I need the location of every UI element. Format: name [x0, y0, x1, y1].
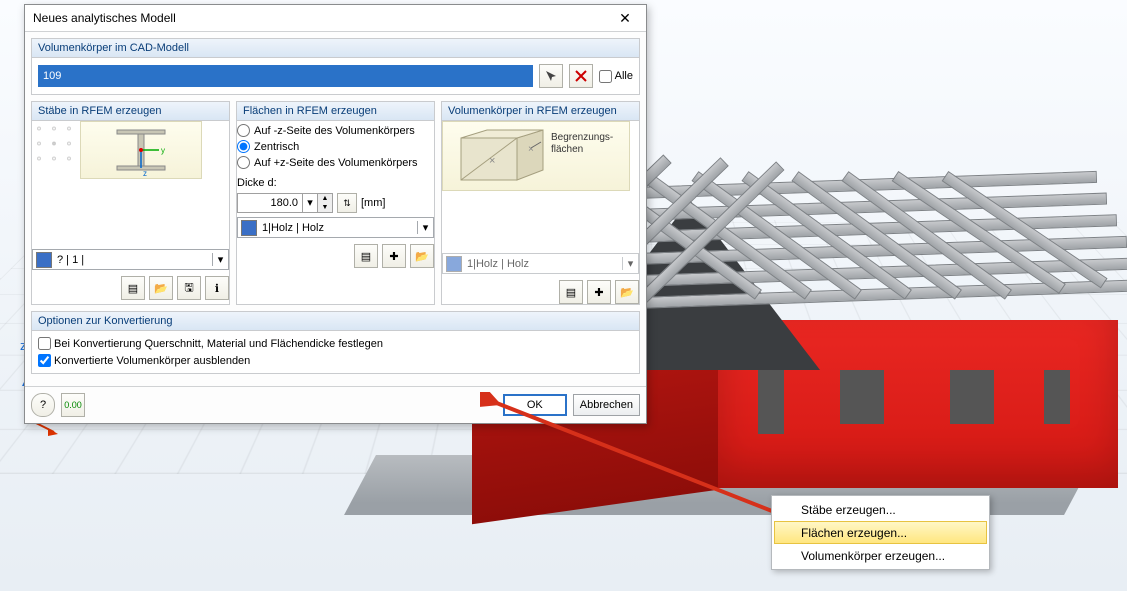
step-toggle-icon[interactable]: ⇅: [337, 193, 357, 213]
all-checkbox[interactable]: Alle: [599, 70, 633, 83]
dialog-footer: ? 0.00 OK Abbrechen: [25, 386, 646, 423]
material-value: 1|Holz | Holz: [260, 222, 417, 234]
chevron-down-icon[interactable]: ▾: [622, 257, 638, 270]
pick-icon[interactable]: [539, 64, 563, 88]
group-surfaces: Flächen in RFEM erzeugen Auf -z-Seite de…: [236, 101, 435, 305]
step-down-icon[interactable]: ▼: [317, 203, 332, 212]
cancel-button[interactable]: Abbrechen: [573, 394, 640, 416]
open-icon[interactable]: 📂: [149, 276, 173, 300]
all-label: Alle: [615, 70, 633, 82]
opt-centric: Zentrisch: [254, 141, 299, 153]
opt-plus-z: Auf +z-Seite des Volumenkörpers: [254, 157, 418, 169]
opt-minus-z: Auf -z-Seite des Volumenkörpers: [254, 125, 415, 137]
help-icon[interactable]: ?: [31, 393, 55, 417]
material-value: 1|Holz | Holz: [465, 258, 622, 270]
info-icon[interactable]: ℹ: [205, 276, 229, 300]
chevron-down-icon[interactable]: ▾: [417, 221, 433, 234]
window: [950, 370, 994, 424]
group-header: Optionen zur Konvertierung: [32, 312, 639, 331]
section-value: ? | 1 |: [55, 254, 212, 266]
material-select[interactable]: 1|Holz | Holz ▾: [442, 253, 639, 274]
svg-text:×: ×: [528, 144, 534, 155]
context-menu: Stäbe erzeugen... Flächen erzeugen... Vo…: [771, 495, 990, 570]
library-icon[interactable]: ▤: [354, 244, 378, 268]
dialog-title: Neues analytisches Modell: [33, 11, 610, 25]
member-position-grid[interactable]: [32, 121, 74, 187]
svg-text:×: ×: [489, 155, 495, 167]
window: [840, 370, 884, 424]
thickness-label: Dicke d:: [237, 177, 434, 189]
svg-text:y: y: [161, 146, 165, 155]
open-icon[interactable]: 📂: [615, 280, 639, 304]
thickness-unit: [mm]: [361, 197, 385, 209]
group-members: Stäbe in RFEM erzeugen: [31, 101, 230, 305]
group-header: Volumenkörper in RFEM erzeugen: [442, 102, 639, 121]
new-analytical-model-dialog: Neues analytisches Modell ✕ Volumenkörpe…: [24, 4, 647, 424]
units-icon[interactable]: 0.00: [61, 393, 85, 417]
close-icon[interactable]: ✕: [610, 8, 640, 28]
thickness-input[interactable]: [238, 194, 302, 212]
library-icon[interactable]: ▤: [559, 280, 583, 304]
svg-text:z: z: [143, 169, 147, 178]
member-diagram: y z: [80, 121, 202, 179]
chevron-down-icon[interactable]: ▾: [212, 253, 228, 266]
thickness-spinner[interactable]: ▾ ▲▼: [237, 193, 333, 213]
menu-item-create-surfaces[interactable]: Flächen erzeugen...: [774, 521, 987, 544]
section-select[interactable]: ? | 1 | ▾: [32, 249, 229, 270]
surface-position-radios[interactable]: Auf -z-Seite des Volumenkörpers Zentrisc…: [237, 124, 434, 169]
group-header: Volumenkörper im CAD-Modell: [32, 39, 639, 58]
group-cad-solids: Volumenkörper im CAD-Modell Alle: [31, 38, 640, 95]
material-select[interactable]: 1|Holz | Holz ▾: [237, 217, 434, 238]
dialog-titlebar[interactable]: Neues analytisches Modell ✕: [25, 5, 646, 32]
window: [758, 370, 784, 434]
save-icon[interactable]: 🖫: [177, 276, 201, 300]
menu-item-create-members[interactable]: Stäbe erzeugen...: [774, 498, 987, 521]
library-icon[interactable]: ▤: [121, 276, 145, 300]
diagram-label: Begrenzungs-: [551, 132, 613, 143]
solid-diagram: × × Begrenzungs- flächen: [442, 121, 630, 191]
new-icon[interactable]: ✚: [587, 280, 611, 304]
group-header: Stäbe in RFEM erzeugen: [32, 102, 229, 121]
svg-text:flächen: flächen: [551, 144, 583, 155]
menu-item-create-solids[interactable]: Volumenkörper erzeugen...: [774, 544, 987, 567]
step-up-icon[interactable]: ▲: [317, 194, 332, 203]
chevron-down-icon[interactable]: ▾: [302, 194, 317, 212]
opt-define-on-convert[interactable]: Bei Konvertierung Querschnitt, Material …: [38, 337, 633, 350]
window: [1044, 370, 1070, 424]
delete-icon[interactable]: [569, 64, 593, 88]
new-icon[interactable]: ✚: [382, 244, 406, 268]
group-solids: Volumenkörper in RFEM erzeugen × × Begre…: [441, 101, 640, 305]
opt-hide-converted[interactable]: Konvertierte Volumenkörper ausblenden: [38, 354, 633, 367]
group-conversion-options: Optionen zur Konvertierung Bei Konvertie…: [31, 311, 640, 374]
open-icon[interactable]: 📂: [410, 244, 434, 268]
group-header: Flächen in RFEM erzeugen: [237, 102, 434, 121]
cad-solid-ids-input[interactable]: [38, 65, 533, 87]
ok-button[interactable]: OK: [503, 394, 567, 416]
